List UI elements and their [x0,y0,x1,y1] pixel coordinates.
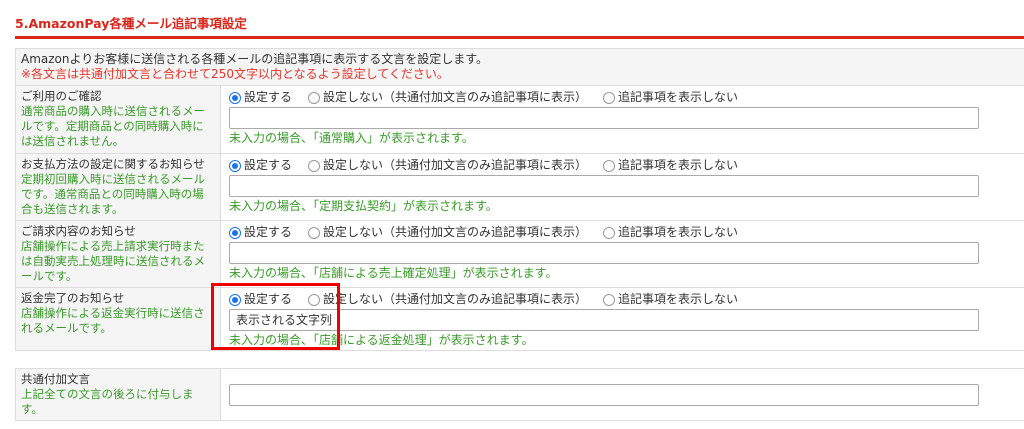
setting-row: お支払方法の設定に関するお知らせ 定期初回購入時に送信されるメールです。通常商品と… [15,153,1024,221]
default-hint: 未入力の場合、「定期支払契約」が表示されます。 [229,199,498,213]
radio-label: 設定する [244,225,293,239]
intro-warning: ※各文言は共通付加文言と合わせて250文字以内となるよう設定してください。 [21,67,449,81]
radio-icon[interactable] [308,91,321,104]
radio-icon[interactable] [603,226,616,239]
setting-label: 共通付加文言 [21,372,90,386]
settings-table: Amazonよりお客様に送信される各種メールの追記事項に表示する文言を設定します… [15,48,1024,421]
radio-set[interactable]: 設定する [229,292,292,307]
radio-label: 追記事項を表示しない [618,225,739,239]
setting-label: お支払方法の設定に関するお知らせ [21,157,205,171]
radio-not-set[interactable]: 設定しない（共通付加文言のみ追記事項に表示） [308,292,587,307]
radio-icon[interactable] [229,293,241,306]
radio-icon[interactable] [308,293,321,306]
radio-icon[interactable] [229,91,241,104]
spacer-row [15,350,1024,369]
radio-label: 設定しない（共通付加文言のみ追記事項に表示） [323,158,588,172]
radio-hide[interactable]: 追記事項を表示しない [603,90,738,105]
setting-label: 返金完了のお知らせ [21,291,125,305]
setting-description: 店舗操作による売上請求実行時または自動実売上処理時に送信されるメールです。 [21,239,205,283]
radio-label: 設定する [244,292,293,306]
radio-label: 設定する [244,90,293,104]
radio-set[interactable]: 設定する [229,225,292,240]
section-title: 5.AmazonPay各種メール追記事項設定 [15,16,247,31]
setting-description: 店舗操作による返金実行時に送信されるメールです。 [21,306,205,335]
default-hint: 未入力の場合、「通常購入」が表示されます。 [229,131,474,145]
text-input[interactable] [229,107,979,129]
radio-not-set[interactable]: 設定しない（共通付加文言のみ追記事項に表示） [308,158,587,173]
radio-group: 設定する 設定しない（共通付加文言のみ追記事項に表示） 追記事項を表示しない [229,224,1024,241]
radio-label: 追記事項を表示しない [618,90,739,104]
setting-row: ご利用のご確認 通常商品の購入時に送信されるメールです。定期商品との同時購入時には… [15,85,1024,154]
radio-icon[interactable] [229,226,241,239]
radio-hide[interactable]: 追記事項を表示しない [603,292,738,307]
intro-cell: Amazonよりお客様に送信される各種メールの追記事項に表示する文言を設定します… [15,48,1024,86]
radio-group: 設定する 設定しない（共通付加文言のみ追記事項に表示） 追記事項を表示しない [229,157,1024,174]
setting-row: 返金完了のお知らせ 店舗操作による返金実行時に送信されるメールです。 設定する 設定… [15,287,1024,351]
radio-icon[interactable] [603,293,616,306]
radio-icon[interactable] [308,226,321,239]
radio-not-set[interactable]: 設定しない（共通付加文言のみ追記事項に表示） [308,225,587,240]
radio-label: 追記事項を表示しない [618,292,739,306]
intro-text: Amazonよりお客様に送信される各種メールの追記事項に表示する文言を設定します… [21,52,489,66]
common-text-input[interactable] [229,383,979,406]
radio-group: 設定する 設定しない（共通付加文言のみ追記事項に表示） 追記事項を表示しない [229,291,1024,308]
setting-description: 上記全ての文言の後ろに付与します。 [21,387,194,416]
text-input[interactable] [229,242,979,264]
radio-label: 追記事項を表示しない [618,158,739,172]
setting-description: 定期初回購入時に送信されるメールです。通常商品との同時購入時の場合も送信されます… [21,172,205,216]
setting-description: 通常商品の購入時に送信されるメールです。定期商品との同時購入時には送信されません… [21,104,205,148]
setting-label: ご請求内容のお知らせ [21,224,136,238]
radio-icon[interactable] [229,159,241,172]
radio-hide[interactable]: 追記事項を表示しない [603,225,738,240]
text-input[interactable] [229,175,979,197]
radio-label: 設定しない（共通付加文言のみ追記事項に表示） [323,292,588,306]
radio-label: 設定しない（共通付加文言のみ追記事項に表示） [323,90,588,104]
radio-group: 設定する 設定しない（共通付加文言のみ追記事項に表示） 追記事項を表示しない [229,89,1024,106]
radio-not-set[interactable]: 設定しない（共通付加文言のみ追記事項に表示） [308,90,587,105]
radio-icon[interactable] [308,159,321,172]
radio-set[interactable]: 設定する [229,158,292,173]
radio-hide[interactable]: 追記事項を表示しない [603,158,738,173]
radio-icon[interactable] [603,91,616,104]
setting-row-common: 共通付加文言 上記全ての文言の後ろに付与します。 [15,368,1024,421]
radio-label: 設定しない（共通付加文言のみ追記事項に表示） [323,225,588,239]
default-hint: 未入力の場合、「店舗による返金処理」が表示されます。 [229,333,534,347]
title-divider [15,36,1024,39]
radio-label: 設定する [244,158,293,172]
text-input[interactable]: 表示される文字列 [229,309,979,331]
setting-label: ご利用のご確認 [21,89,102,103]
radio-icon[interactable] [603,159,616,172]
setting-row: ご請求内容のお知らせ 店舗操作による売上請求実行時または自動実売上処理時に送信され… [15,220,1024,288]
radio-set[interactable]: 設定する [229,90,292,105]
default-hint: 未入力の場合、「店舗による売上確定処理」が表示されます。 [229,266,558,280]
